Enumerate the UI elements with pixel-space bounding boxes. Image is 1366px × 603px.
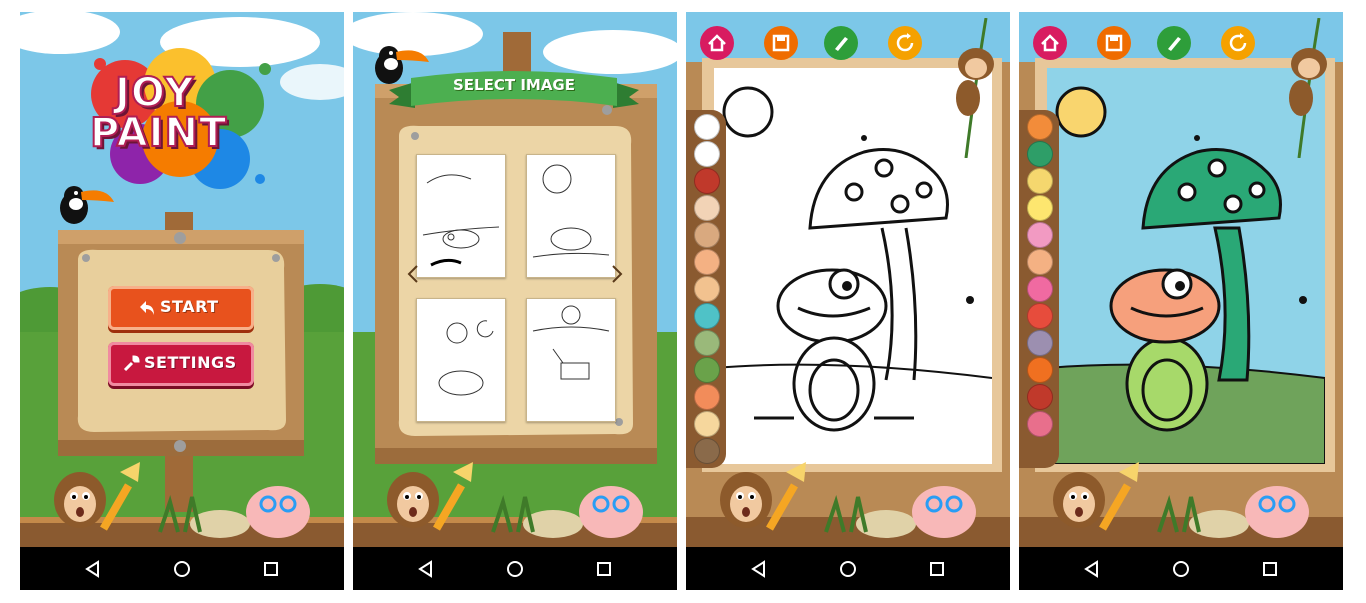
bottom-characters: [1053, 462, 1309, 538]
recent-apps-icon[interactable]: [261, 559, 281, 579]
color-swatch[interactable]: [694, 114, 720, 140]
recent-apps-icon[interactable]: [927, 559, 947, 579]
home-button[interactable]: [1033, 26, 1067, 60]
android-nav-bar: [20, 547, 344, 590]
home-icon[interactable]: [505, 559, 525, 579]
recent-apps-icon[interactable]: [594, 559, 614, 579]
brush-button[interactable]: [1157, 26, 1191, 60]
start-button[interactable]: START: [108, 286, 254, 330]
refresh-icon: [896, 33, 914, 52]
save-button[interactable]: [764, 26, 798, 60]
monkey-icon: [956, 18, 994, 158]
color-swatch[interactable]: [694, 357, 720, 383]
home-button[interactable]: [700, 26, 734, 60]
settings-button[interactable]: SETTINGS: [108, 342, 254, 386]
select-image-title: SELECT IMAGE: [453, 76, 575, 94]
bottom-characters: [54, 462, 310, 538]
color-swatch[interactable]: [1027, 114, 1053, 140]
thumbnail-turtle[interactable]: [526, 154, 616, 278]
color-swatch[interactable]: [694, 330, 720, 356]
color-swatch[interactable]: [694, 438, 720, 464]
color-swatch[interactable]: [1027, 249, 1053, 275]
color-swatch[interactable]: [694, 303, 720, 329]
color-swatch[interactable]: [1027, 411, 1053, 437]
logo-title-line1: JOY: [114, 70, 195, 116]
color-swatch[interactable]: [1027, 303, 1053, 329]
home-icon[interactable]: [172, 559, 192, 579]
android-nav-bar: [686, 547, 1010, 590]
color-swatch[interactable]: [1027, 195, 1053, 221]
bottom-characters: [387, 462, 643, 538]
back-arrow-icon: [140, 301, 154, 315]
color-swatch[interactable]: [694, 249, 720, 275]
color-swatch[interactable]: [1027, 330, 1053, 356]
previous-page-icon[interactable]: [407, 264, 419, 284]
menu-screen: JOY PAINT START SETTINGS: [20, 12, 344, 590]
wooden-board: [58, 230, 304, 456]
start-button-label: START: [160, 297, 219, 316]
wrench-icon: [123, 355, 140, 372]
color-swatch[interactable]: [694, 276, 720, 302]
color-swatch[interactable]: [694, 141, 720, 167]
next-page-icon[interactable]: [611, 264, 623, 284]
color-swatch[interactable]: [694, 222, 720, 248]
back-icon[interactable]: [749, 559, 769, 579]
color-swatch[interactable]: [694, 384, 720, 410]
save-icon: [772, 34, 790, 52]
select-image-screen: SELECT IMAGE: [353, 12, 677, 590]
monkey-icon: [1289, 18, 1327, 158]
refresh-button[interactable]: [888, 26, 922, 60]
color-swatch[interactable]: [1027, 222, 1053, 248]
home-icon: [708, 34, 726, 52]
save-icon: [1105, 34, 1123, 52]
brush-button[interactable]: [824, 26, 858, 60]
color-swatch[interactable]: [1027, 141, 1053, 167]
settings-button-label: SETTINGS: [144, 353, 237, 372]
home-icon[interactable]: [1171, 559, 1191, 579]
logo-title-line2: PAINT: [89, 110, 228, 156]
color-swatch[interactable]: [694, 168, 720, 194]
refresh-button[interactable]: [1221, 26, 1255, 60]
back-icon[interactable]: [83, 559, 103, 579]
brush-icon: [835, 37, 848, 51]
color-swatch[interactable]: [1027, 276, 1053, 302]
recent-apps-icon[interactable]: [1260, 559, 1280, 579]
thumbnail-pig[interactable]: [416, 298, 506, 422]
color-swatch[interactable]: [1027, 168, 1053, 194]
back-icon[interactable]: [1082, 559, 1102, 579]
color-swatch[interactable]: [1027, 384, 1053, 410]
coloring-screen-filled: [1019, 12, 1343, 590]
save-button[interactable]: [1097, 26, 1131, 60]
refresh-icon: [1229, 33, 1247, 52]
home-icon: [1041, 34, 1059, 52]
android-nav-bar: [1019, 547, 1343, 590]
thumbnail-chameleon[interactable]: [416, 154, 506, 278]
thumbnail-zebra[interactable]: [526, 298, 616, 422]
home-icon[interactable]: [838, 559, 858, 579]
coloring-screen-blank: [686, 12, 1010, 590]
bottom-characters: [720, 462, 976, 538]
android-nav-bar: [353, 547, 677, 590]
brush-icon: [1168, 37, 1181, 51]
toucan-icon: [375, 46, 429, 84]
back-icon[interactable]: [416, 559, 436, 579]
color-swatch[interactable]: [1027, 357, 1053, 383]
color-swatch[interactable]: [694, 195, 720, 221]
color-swatch[interactable]: [694, 411, 720, 437]
